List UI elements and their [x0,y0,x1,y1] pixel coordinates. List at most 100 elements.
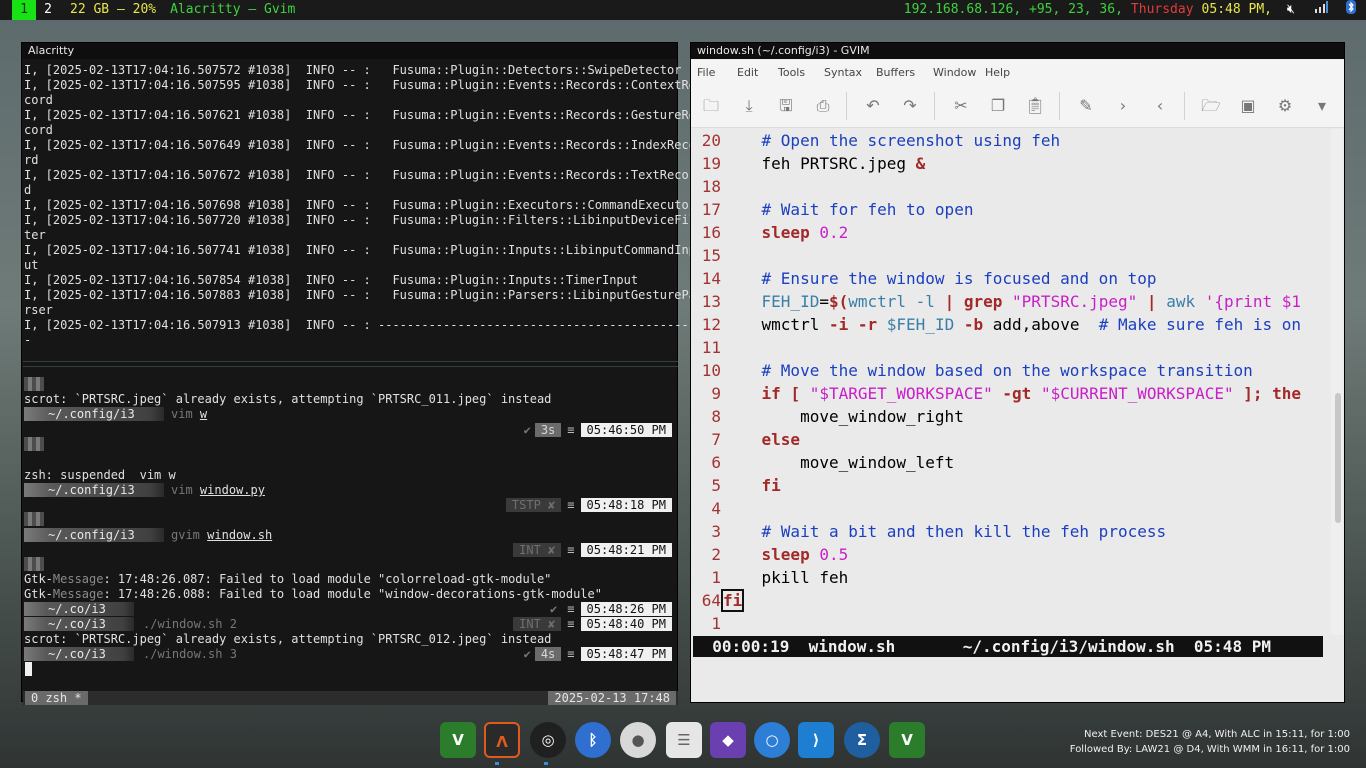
tmux-window-tab[interactable]: 0 zsh * [25,691,88,705]
code-line: 18 [691,175,723,198]
crystal-icon[interactable]: ◆ [710,722,746,758]
signal-badge: INT ✘ [513,543,562,557]
gtk-prefix: Gtk- [24,587,53,601]
code-token: -i -r [828,315,878,334]
tmux-status-bar: 0 zsh * 2025-02-13 17:48 [23,691,678,705]
menu-window[interactable]: Window [933,66,976,79]
gtk-text: : 17:48:26.087: Failed to load module "c… [103,572,552,586]
log-line: ut [24,258,39,272]
workspace-2-button[interactable]: 2 [36,0,60,20]
undo-icon[interactable]: ↶ [863,96,883,116]
day-of-week: Thursday [1130,2,1194,17]
scrollbar[interactable] [1331,129,1343,635]
scrot-message: scrot: `PRTSRC.jpeg` already exists, att… [24,632,552,646]
find-replace-icon[interactable]: ✎ [1076,96,1096,116]
line-number: 11 [701,338,721,357]
chromium-icon[interactable]: ○ [754,722,790,758]
code-token: = [819,292,829,311]
find-previous-icon[interactable]: ‹ [1150,96,1170,116]
code-line: 2 sleep 0.5 [691,543,848,566]
equiv-symbol: ≡ [567,498,575,512]
vscode-icon[interactable]: ⟩ [798,722,834,758]
menu-edit[interactable]: Edit [737,66,758,79]
signal-icon[interactable] [1310,0,1332,20]
vim-icon[interactable]: V [889,722,925,758]
equiv-symbol: ≡ [567,423,575,437]
line-number: 6 [711,453,721,472]
prompt-command: vim w [171,407,207,421]
vim-icon[interactable]: V [440,722,476,758]
redo-icon[interactable]: ↷ [900,96,920,116]
alacritty-window[interactable]: Alacritty I, [2025-02-13T17:04:16.507572… [21,42,710,705]
code-token: else [761,430,801,449]
paste-icon[interactable]: 📋︎ [1025,96,1045,116]
prompt-directory: ~/.config/i3 [24,407,164,421]
scrollbar-thumb[interactable] [1335,393,1341,523]
line-number: 1 [711,568,721,587]
code-line: 64 fi [691,589,745,612]
files-icon[interactable]: ☰ [666,722,702,758]
menu-help[interactable]: Help [985,66,1010,79]
top-status-bar: 1 2 22 GB – 20% Alacritty – Gvim 192.168… [0,0,1366,20]
bluetooth-icon[interactable] [1340,0,1362,21]
right-prompt: ✔ 3s ≡ 05:46:50 PM [524,423,672,437]
prompt-segment [24,557,44,571]
code-line: 8 move_window_right [691,405,963,428]
code-token: "PRTSRC.jpeg" [1012,292,1138,311]
cut-icon[interactable]: ✂ [951,96,971,116]
code-line: 10 # Move the window based on the worksp… [691,359,1253,382]
download-icon[interactable]: ⤓ [739,96,759,116]
line-number: 12 [701,315,721,334]
open-folder-icon[interactable]: 🗀︎ [701,96,721,116]
code-token: FEH_ID [761,292,820,311]
bluetooth-icon[interactable]: ᛒ [575,722,611,758]
prompt-dir-text: ~/.config/i3 [48,483,135,497]
gtk-message: Gtk-Message: 17:48:26.088: Failed to loa… [24,587,602,602]
workspace-1-button[interactable]: 1 [12,0,36,20]
speed-icon[interactable]: Σ [844,722,880,758]
print-icon[interactable]: ⎙ [813,96,833,116]
tmux-date: 2025-02-13 17:48 [548,691,676,705]
mouse-icon[interactable]: ● [620,722,656,758]
right-prompt: ✔ ≡ 05:48:26 PM [550,602,672,616]
tmux-pane-divider[interactable] [23,361,678,367]
copy-icon[interactable]: ❐ [988,96,1008,116]
terminal-cursor [25,662,32,676]
command-arg: window.sh [207,528,273,542]
menu-syntax[interactable]: Syntax [824,66,862,79]
command-name: gvim [171,528,200,542]
save-icon[interactable]: 🖫︎ [776,96,796,116]
mute-icon[interactable]: 🔇︎ [1280,0,1302,20]
code-token: add,above [983,315,1099,334]
scrot-message: scrot: `PRTSRC.jpeg` already exists, att… [24,392,552,406]
code-line: 5 fi [691,474,780,497]
editor-text-area[interactable]: 20 # Open the screenshot using feh 19 feh… [691,129,1331,639]
alacritty-icon[interactable]: Λ [484,722,520,758]
menu-file[interactable]: File [697,66,715,79]
save-session-icon[interactable]: ▣ [1238,96,1258,116]
gvim-window[interactable]: window.sh (~/.config/i3) - GVIM File Edi… [690,42,1345,703]
gtk-level: Message [52,587,104,601]
find-next-icon[interactable]: › [1113,96,1133,116]
right-prompt: ✔ 4s ≡ 05:48:47 PM [524,647,672,661]
menu-tools[interactable]: Tools [778,66,805,79]
settings-icon[interactable]: ⚙ [1275,96,1295,116]
obs-icon[interactable]: ◎ [530,722,566,758]
log-line: d [24,183,32,197]
overflow-menu-icon[interactable]: ▾ [1312,96,1332,116]
menu-bar: File Edit Tools Syntax Buffers Window He… [691,60,1344,84]
code-token: # Ensure the window is focused and on to… [761,269,1157,288]
menu-buffers[interactable]: Buffers [876,66,915,79]
load-session-icon[interactable]: 🗁︎ [1201,96,1221,116]
status-right: 192.168.68.126, +95, 23, 36, Thursday 05… [904,0,1366,20]
code-line: 3 # Wait a bit and then kill the feh pro… [691,520,1166,543]
line-number: 9 [711,384,721,403]
terminal-area[interactable]: I, [2025-02-13T17:04:16.507572 #1038] IN… [23,59,710,705]
